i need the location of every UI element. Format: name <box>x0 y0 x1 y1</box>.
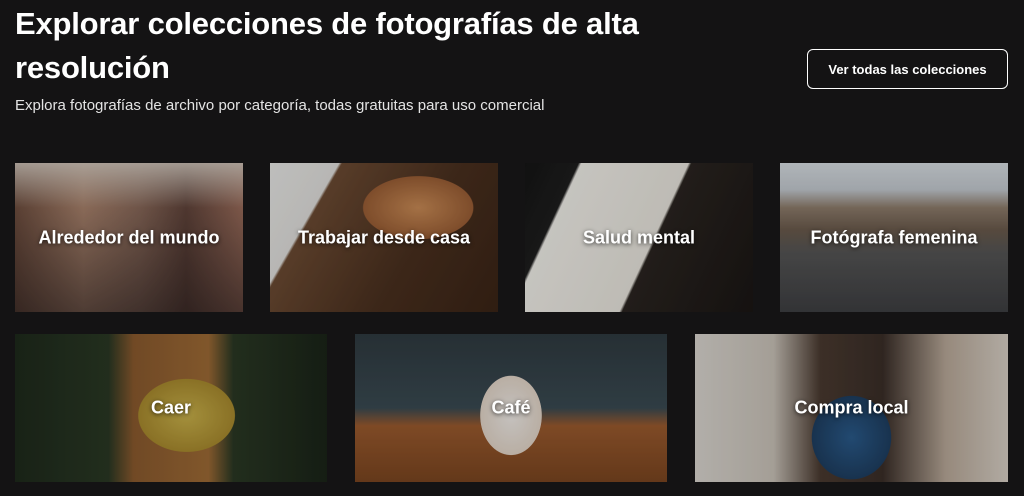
collection-card-work-from-home[interactable]: Trabajar desde casa <box>270 163 498 312</box>
page-subtitle: Explora fotografías de archivo por categ… <box>15 97 545 114</box>
collection-card-around-the-world[interactable]: Alrededor del mundo <box>15 163 243 312</box>
collection-label: Salud mental <box>582 227 696 247</box>
page-title: Explorar colecciones de fotografías de a… <box>15 6 639 85</box>
collection-label: Caer <box>150 397 192 418</box>
collection-label: Compra local <box>794 397 909 418</box>
collections-section: Explorar colecciones de fotografías de a… <box>0 0 1024 496</box>
collection-card-coffee[interactable]: Café <box>355 334 667 482</box>
collection-card-mental-health[interactable]: Salud mental <box>525 163 753 312</box>
collection-card-female-photographer[interactable]: Fotógrafa femenina <box>780 163 1008 312</box>
view-all-collections-button[interactable]: Ver todas las colecciones <box>807 49 1008 89</box>
collection-label: Trabajar desde casa <box>297 227 471 247</box>
collection-card-fall[interactable]: Caer <box>15 334 327 482</box>
collection-label: Alrededor del mundo <box>38 227 220 247</box>
collection-label: Fotógrafa femenina <box>810 227 978 247</box>
collection-card-shop-local[interactable]: Compra local <box>695 334 1008 482</box>
collection-label: Café <box>491 397 531 418</box>
